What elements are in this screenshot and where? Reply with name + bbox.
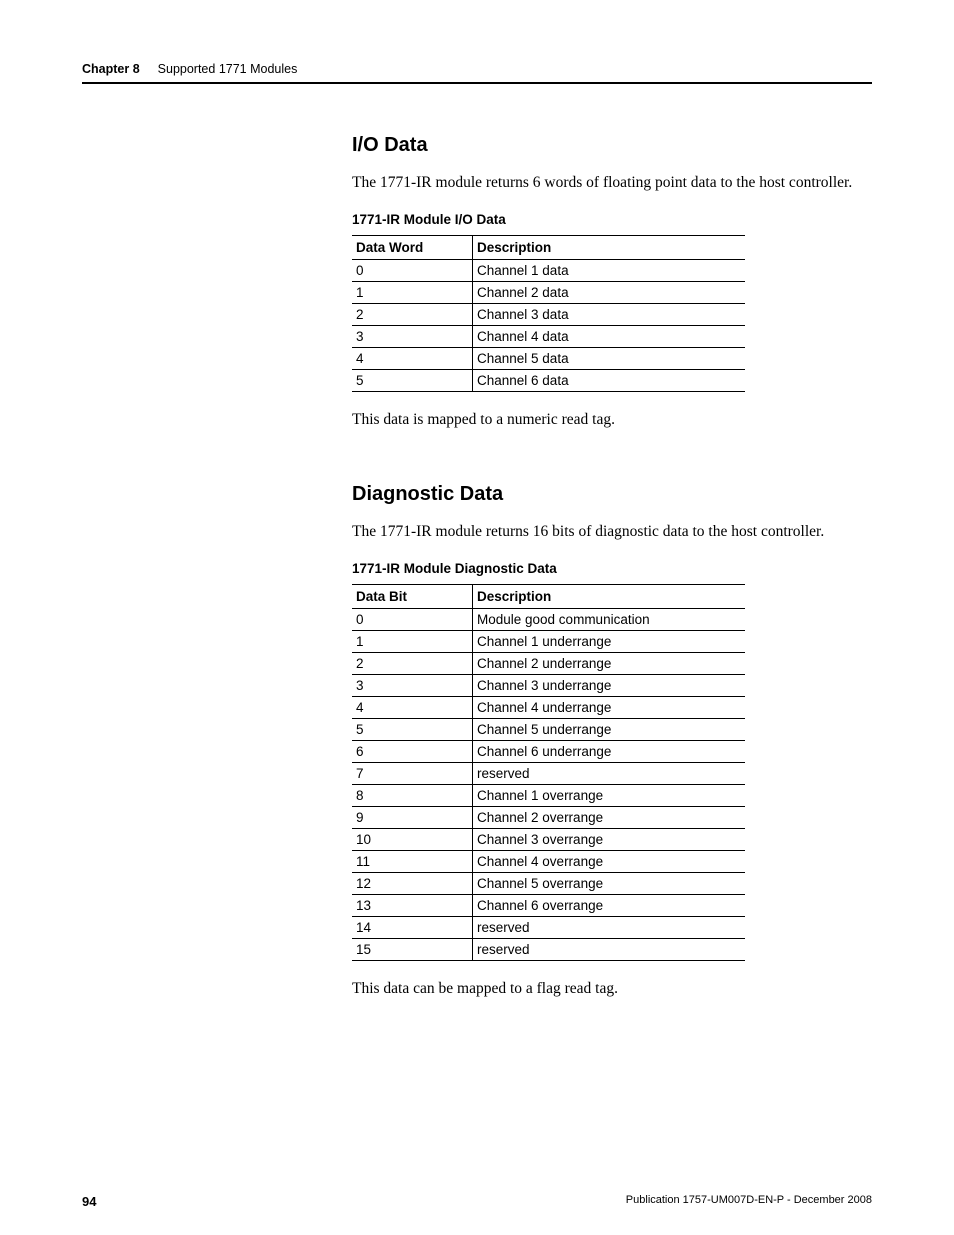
table-row: 1 Channel 1 underrange	[352, 630, 745, 652]
cell-data-bit: 15	[352, 938, 473, 960]
th-description: Description	[473, 584, 746, 608]
table-row: 5 Channel 5 underrange	[352, 718, 745, 740]
cell-description: Channel 4 overrange	[473, 850, 746, 872]
publication-info: Publication 1757-UM007D-EN-P - December …	[626, 1194, 872, 1209]
cell-description: reserved	[473, 938, 746, 960]
cell-data-bit: 10	[352, 828, 473, 850]
cell-data-bit: 12	[352, 872, 473, 894]
diagnostic-data-table-caption: 1771-IR Module Diagnostic Data	[352, 561, 872, 576]
table-row: 12 Channel 5 overrange	[352, 872, 745, 894]
table-row: 2 Channel 2 underrange	[352, 652, 745, 674]
cell-description: Module good communication	[473, 608, 746, 630]
cell-description: reserved	[473, 916, 746, 938]
table-row: 1 Channel 2 data	[352, 281, 745, 303]
cell-description: Channel 4 data	[473, 325, 746, 347]
chapter-label: Chapter 8	[82, 62, 140, 76]
cell-description: Channel 3 underrange	[473, 674, 746, 696]
diagnostic-data-outro: This data can be mapped to a flag read t…	[352, 979, 872, 1000]
cell-description: Channel 2 data	[473, 281, 746, 303]
cell-data-word: 0	[352, 259, 473, 281]
cell-description: Channel 1 data	[473, 259, 746, 281]
cell-description: Channel 5 overrange	[473, 872, 746, 894]
table-row: 11 Channel 4 overrange	[352, 850, 745, 872]
io-data-table: Data Word Description 0 Channel 1 data 1…	[352, 235, 745, 392]
cell-data-bit: 3	[352, 674, 473, 696]
cell-data-bit: 9	[352, 806, 473, 828]
cell-data-bit: 14	[352, 916, 473, 938]
cell-description: Channel 4 underrange	[473, 696, 746, 718]
cell-data-bit: 1	[352, 630, 473, 652]
diagnostic-data-tbody: 0 Module good communication 1 Channel 1 …	[352, 608, 745, 960]
diagnostic-data-heading: Diagnostic Data	[352, 483, 872, 506]
cell-data-bit: 11	[352, 850, 473, 872]
table-row: 6 Channel 6 underrange	[352, 740, 745, 762]
table-row: 3 Channel 4 data	[352, 325, 745, 347]
page-footer: 94 Publication 1757-UM007D-EN-P - Decemb…	[82, 1194, 872, 1209]
header-rule	[82, 82, 872, 84]
cell-data-word: 3	[352, 325, 473, 347]
table-row: 4 Channel 5 data	[352, 347, 745, 369]
table-row: 0 Channel 1 data	[352, 259, 745, 281]
cell-description: Channel 1 underrange	[473, 630, 746, 652]
cell-data-word: 5	[352, 369, 473, 391]
table-row: 2 Channel 3 data	[352, 303, 745, 325]
table-header-row: Data Word Description	[352, 235, 745, 259]
cell-data-bit: 13	[352, 894, 473, 916]
cell-description: reserved	[473, 762, 746, 784]
cell-data-bit: 8	[352, 784, 473, 806]
cell-data-bit: 6	[352, 740, 473, 762]
cell-data-word: 4	[352, 347, 473, 369]
cell-data-bit: 7	[352, 762, 473, 784]
cell-description: Channel 6 underrange	[473, 740, 746, 762]
cell-data-word: 1	[352, 281, 473, 303]
table-row: 14 reserved	[352, 916, 745, 938]
table-row: 15 reserved	[352, 938, 745, 960]
table-row: 7 reserved	[352, 762, 745, 784]
cell-description: Channel 6 data	[473, 369, 746, 391]
io-data-outro: This data is mapped to a numeric read ta…	[352, 410, 872, 431]
cell-description: Channel 2 underrange	[473, 652, 746, 674]
th-description: Description	[473, 235, 746, 259]
cell-description: Channel 6 overrange	[473, 894, 746, 916]
main-content: I/O Data The 1771-IR module returns 6 wo…	[352, 134, 872, 1000]
cell-description: Channel 5 underrange	[473, 718, 746, 740]
table-row: 9 Channel 2 overrange	[352, 806, 745, 828]
io-data-intro: The 1771-IR module returns 6 words of fl…	[352, 173, 872, 194]
table-row: 10 Channel 3 overrange	[352, 828, 745, 850]
table-header-row: Data Bit Description	[352, 584, 745, 608]
chapter-title: Supported 1771 Modules	[158, 62, 298, 76]
table-row: 5 Channel 6 data	[352, 369, 745, 391]
table-row: 13 Channel 6 overrange	[352, 894, 745, 916]
cell-data-bit: 0	[352, 608, 473, 630]
cell-data-bit: 2	[352, 652, 473, 674]
th-data-bit: Data Bit	[352, 584, 473, 608]
page-number: 94	[82, 1194, 96, 1209]
cell-description: Channel 5 data	[473, 347, 746, 369]
diagnostic-data-intro: The 1771-IR module returns 16 bits of di…	[352, 522, 872, 543]
table-row: 8 Channel 1 overrange	[352, 784, 745, 806]
cell-description: Channel 3 data	[473, 303, 746, 325]
cell-description: Channel 1 overrange	[473, 784, 746, 806]
io-data-heading: I/O Data	[352, 134, 872, 157]
table-row: 0 Module good communication	[352, 608, 745, 630]
diagnostic-data-table: Data Bit Description 0 Module good commu…	[352, 584, 745, 961]
io-data-table-caption: 1771-IR Module I/O Data	[352, 212, 872, 227]
io-data-tbody: 0 Channel 1 data 1 Channel 2 data 2 Chan…	[352, 259, 745, 391]
table-row: 3 Channel 3 underrange	[352, 674, 745, 696]
cell-data-word: 2	[352, 303, 473, 325]
cell-description: Channel 2 overrange	[473, 806, 746, 828]
table-row: 4 Channel 4 underrange	[352, 696, 745, 718]
cell-data-bit: 4	[352, 696, 473, 718]
cell-description: Channel 3 overrange	[473, 828, 746, 850]
cell-data-bit: 5	[352, 718, 473, 740]
th-data-word: Data Word	[352, 235, 473, 259]
running-header: Chapter 8 Supported 1771 Modules	[82, 62, 872, 76]
